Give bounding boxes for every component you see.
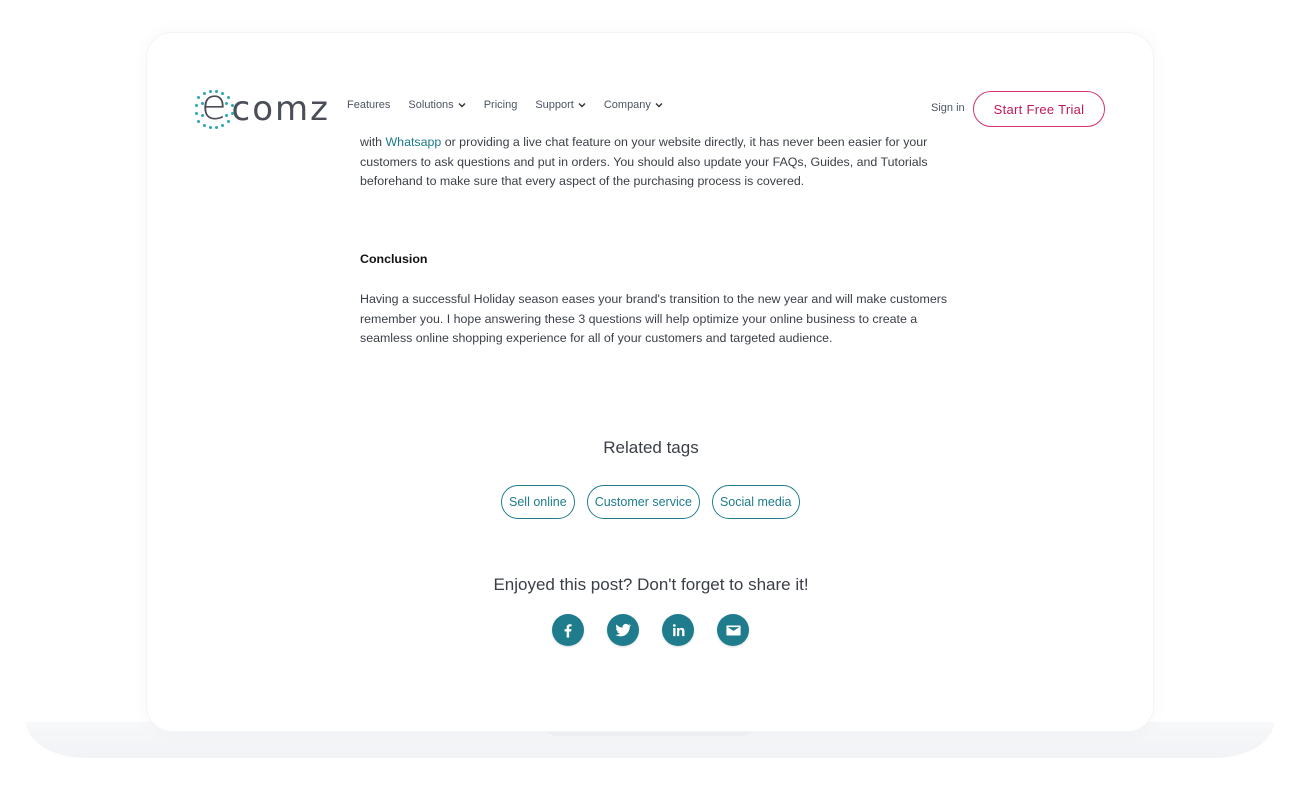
logo-dot [231, 112, 234, 115]
start-free-trial-button[interactable]: Start Free Trial [973, 91, 1105, 127]
paragraph-text: with [360, 135, 386, 149]
article-paragraph: with Whatsapp or providing a live chat f… [360, 133, 950, 192]
logo-dot [195, 104, 198, 107]
share-facebook-button[interactable] [552, 614, 584, 646]
logo-text: comz [231, 89, 330, 129]
nav-item-label: Support [535, 99, 574, 111]
facebook-icon [564, 624, 572, 638]
related-tags-title: Related tags [603, 438, 699, 457]
nav-item-label: Pricing [483, 99, 518, 111]
linkedin-icon [672, 623, 684, 636]
logo-initial: e [201, 80, 227, 129]
logo-dot [227, 120, 230, 123]
logo-dot [195, 112, 198, 115]
nav-item-label: Features [347, 99, 391, 111]
share-title: Enjoyed this post? Don't forget to share… [493, 575, 809, 594]
chevron-down-icon [655, 103, 663, 108]
main-nav: Features Solutions Pricing Support Compa… [347, 99, 681, 111]
share-twitter-button[interactable] [607, 614, 639, 646]
nav-item-company[interactable]: Company [604, 99, 663, 111]
nav-item-features[interactable]: Features [347, 99, 390, 111]
nav-item-support[interactable]: Support [535, 99, 586, 111]
laptop-screen: e comz Features Solutions Pricing Suppor… [146, 32, 1154, 732]
tag-social-media[interactable]: Social media [711, 485, 800, 519]
nav-item-label: Company [603, 99, 651, 111]
share-buttons [552, 614, 749, 646]
related-tags-list: Sell online Customer service Social medi… [501, 485, 800, 519]
twitter-icon [615, 623, 632, 637]
sign-in-link[interactable]: Sign in [931, 102, 965, 114]
tag-customer-service[interactable]: Customer service [586, 485, 700, 519]
share-email-button[interactable] [717, 614, 749, 646]
paragraph-text: or providing a live chat feature on your… [360, 135, 928, 188]
logo-dot [231, 104, 234, 107]
logo-mark: e [195, 84, 234, 130]
logo-dot [197, 120, 200, 123]
conclusion-paragraph: Having a successful Holiday season eases… [360, 292, 948, 345]
ecomz-logo[interactable]: e comz [195, 84, 330, 131]
chevron-down-icon [458, 103, 466, 108]
nav-item-pricing[interactable]: Pricing [484, 99, 518, 111]
logo-dot [197, 96, 200, 99]
whatsapp-link[interactable]: Whatsapp [385, 135, 441, 149]
nav-item-solutions[interactable]: Solutions [408, 99, 466, 111]
conclusion-heading: Conclusion [360, 252, 428, 266]
tag-sell-online[interactable]: Sell online [501, 485, 575, 519]
share-linkedin-button[interactable] [662, 614, 694, 646]
email-icon [725, 625, 741, 635]
chevron-down-icon [578, 103, 586, 108]
logo-dot [227, 96, 230, 99]
nav-item-label: Solutions [408, 99, 454, 111]
